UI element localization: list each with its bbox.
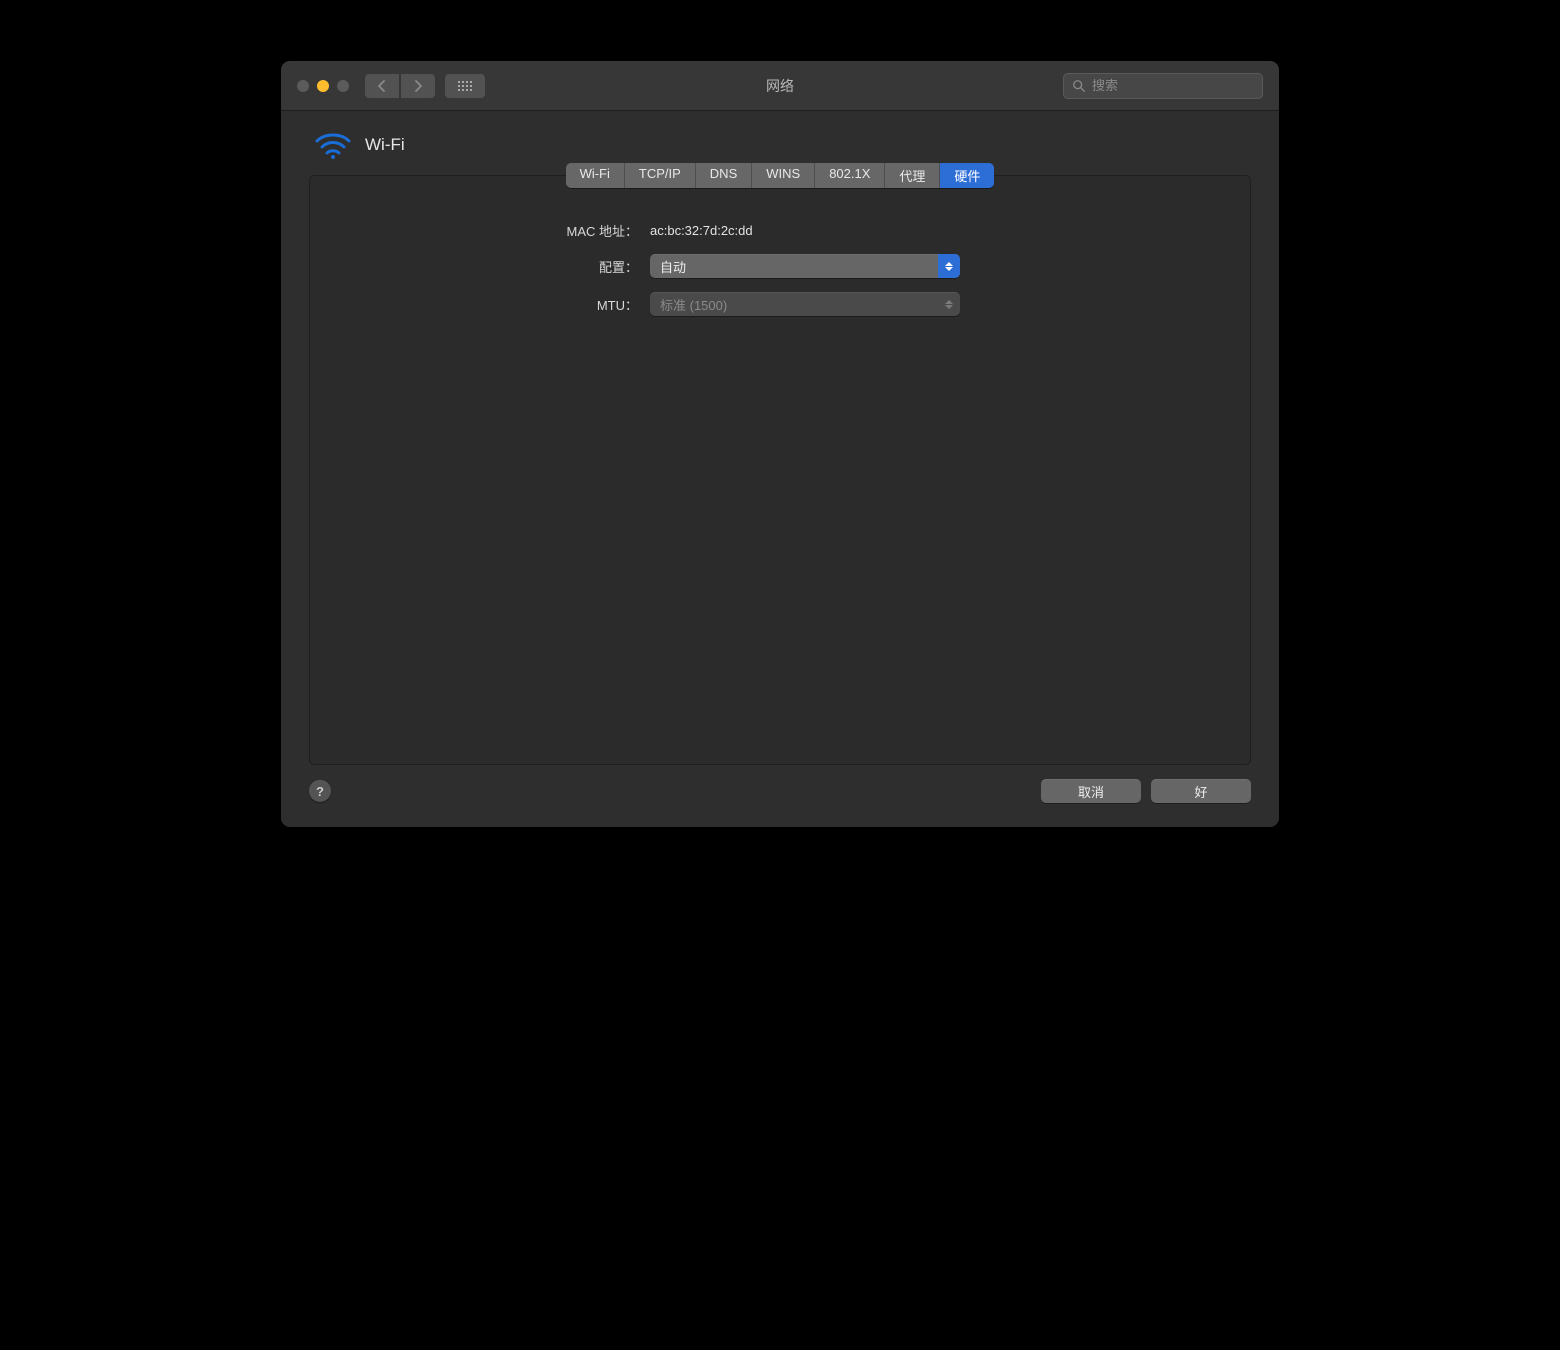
window-close-button[interactable] xyxy=(297,80,309,92)
grid-icon xyxy=(458,81,472,91)
tab-dns[interactable]: DNS xyxy=(696,163,752,188)
wifi-icon xyxy=(315,131,351,159)
tab-wifi[interactable]: Wi-Fi xyxy=(566,163,625,188)
content: Wi-Fi Wi-Fi TCP/IP DNS WINS 802.1X 代理 硬件… xyxy=(281,111,1279,827)
nav-buttons xyxy=(365,74,435,98)
tab-8021x[interactable]: 802.1X xyxy=(815,163,885,188)
window-maximize-button[interactable] xyxy=(337,80,349,92)
tab-wins[interactable]: WINS xyxy=(752,163,815,188)
page-title: Wi-Fi xyxy=(365,135,405,155)
mtu-select: 标准 (1500) xyxy=(650,292,960,316)
tab-hardware[interactable]: 硬件 xyxy=(940,163,994,188)
select-arrows-icon xyxy=(938,254,960,278)
window-title: 网络 xyxy=(766,76,794,96)
ok-button[interactable]: 好 xyxy=(1151,779,1251,803)
traffic-lights xyxy=(297,80,349,92)
show-all-button[interactable] xyxy=(445,74,485,98)
nav-back-button[interactable] xyxy=(365,74,399,98)
mac-address-row: MAC 地址： ac:bc:32:7d:2c:dd xyxy=(350,221,1210,240)
hardware-form: MAC 地址： ac:bc:32:7d:2c:dd 配置： 自动 MTU： xyxy=(310,201,1250,316)
configure-row: 配置： 自动 xyxy=(350,254,1210,278)
select-arrows-icon xyxy=(938,292,960,316)
mtu-select-value: 标准 (1500) xyxy=(660,295,727,314)
titlebar: 网络 xyxy=(281,61,1279,111)
mac-address-value: ac:bc:32:7d:2c:dd xyxy=(650,223,753,238)
footer: ? 取消 好 xyxy=(309,779,1251,803)
configure-select-value: 自动 xyxy=(660,257,686,276)
help-button[interactable]: ? xyxy=(309,780,331,802)
tabs: Wi-Fi TCP/IP DNS WINS 802.1X 代理 硬件 xyxy=(310,163,1250,188)
search-input[interactable] xyxy=(1092,78,1254,93)
nav-forward-button[interactable] xyxy=(401,74,435,98)
settings-panel: Wi-Fi TCP/IP DNS WINS 802.1X 代理 硬件 MAC 地… xyxy=(309,175,1251,765)
window-minimize-button[interactable] xyxy=(317,80,329,92)
tab-proxy[interactable]: 代理 xyxy=(885,163,940,188)
chevron-right-icon xyxy=(413,80,423,92)
network-preferences-window: 网络 Wi-Fi Wi-Fi TCP/IP DNS WINS xyxy=(280,60,1280,828)
mtu-label: MTU： xyxy=(350,295,650,314)
search-box[interactable] xyxy=(1063,73,1263,99)
tab-container: Wi-Fi TCP/IP DNS WINS 802.1X 代理 硬件 xyxy=(566,163,995,188)
header-row: Wi-Fi xyxy=(309,131,1251,159)
search-icon xyxy=(1072,79,1086,93)
cancel-button[interactable]: 取消 xyxy=(1041,779,1141,803)
configure-select[interactable]: 自动 xyxy=(650,254,960,278)
mac-address-label: MAC 地址： xyxy=(350,221,650,240)
mtu-row: MTU： 标准 (1500) xyxy=(350,292,1210,316)
configure-label: 配置： xyxy=(350,257,650,276)
chevron-left-icon xyxy=(377,80,387,92)
tab-tcpip[interactable]: TCP/IP xyxy=(625,163,696,188)
